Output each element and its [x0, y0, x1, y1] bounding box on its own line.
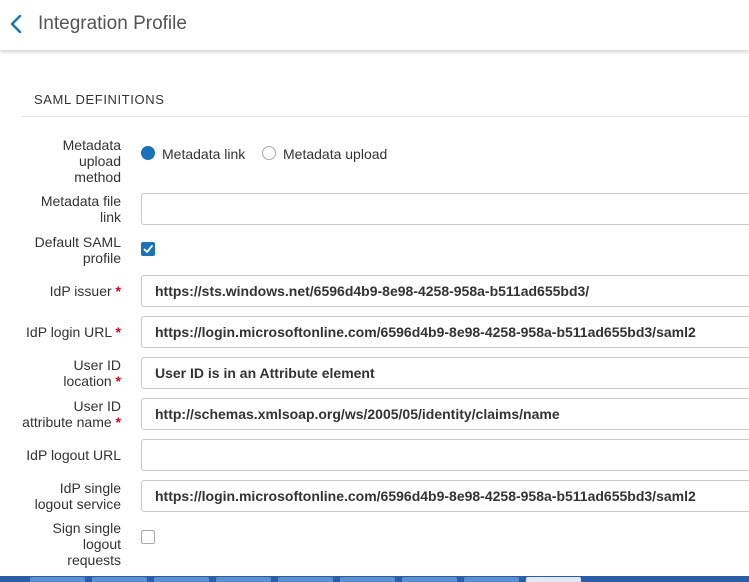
default-saml-profile-label: Default SAML profile [34, 234, 121, 266]
user-id-location-select[interactable]: User ID is in an Attribute element [141, 357, 749, 389]
section-title: SAML DEFINITIONS [34, 92, 165, 107]
required-asterisk: * [115, 283, 121, 299]
user-id-attribute-name-input[interactable]: http://schemas.xmlsoap.org/ws/2005/05/id… [141, 398, 749, 430]
taskbar-button[interactable] [154, 577, 209, 582]
taskbar-button-active[interactable] [526, 577, 581, 582]
back-button[interactable] [6, 12, 26, 36]
chevron-left-icon [10, 14, 22, 34]
metadata-file-link-label: Metadata file link [40, 193, 121, 225]
radio-unselected-icon [262, 146, 276, 160]
checkmark-icon [143, 245, 153, 253]
sign-single-logout-requests-checkbox[interactable] [141, 530, 155, 544]
idp-single-logout-service-label: IdP single logout service [34, 480, 121, 512]
section-divider [22, 116, 749, 117]
idp-issuer-input[interactable]: https://sts.windows.net/6596d4b9-8e98-42… [141, 275, 749, 307]
metadata-upload-method-label: Metadata upload method [62, 137, 121, 185]
taskbar-button[interactable] [30, 577, 85, 582]
default-saml-profile-checkbox[interactable] [141, 242, 155, 256]
user-id-attribute-name-label: User ID attribute name * [22, 398, 121, 430]
required-asterisk: * [115, 414, 121, 430]
radio-selected-icon [141, 146, 155, 160]
sign-single-logout-requests-label: Sign single logout requests [52, 520, 122, 568]
idp-logout-url-input[interactable] [141, 439, 749, 471]
idp-logout-url-label: IdP logout URL [26, 447, 121, 463]
metadata-file-link-input[interactable] [141, 193, 749, 225]
page-title: Integration Profile [38, 13, 187, 34]
page-header: Integration Profile [0, 0, 749, 50]
idp-login-url-label: IdP login URL * [26, 324, 121, 340]
user-id-location-label: User ID location * [63, 357, 121, 389]
idp-login-url-input[interactable]: https://login.microsoftonline.com/6596d4… [141, 316, 749, 348]
idp-single-logout-service-input[interactable]: https://login.microsoftonline.com/6596d4… [141, 480, 749, 512]
taskbar-button[interactable] [402, 577, 457, 582]
taskbar-button[interactable] [92, 577, 147, 582]
taskbar-button[interactable] [278, 577, 333, 582]
required-asterisk: * [115, 373, 121, 389]
taskbar-button[interactable] [216, 577, 271, 582]
required-asterisk: * [115, 324, 121, 340]
idp-issuer-label: IdP issuer * [49, 283, 121, 299]
taskbar-strip [0, 576, 749, 582]
taskbar-button[interactable] [464, 577, 519, 582]
taskbar-button[interactable] [340, 577, 395, 582]
